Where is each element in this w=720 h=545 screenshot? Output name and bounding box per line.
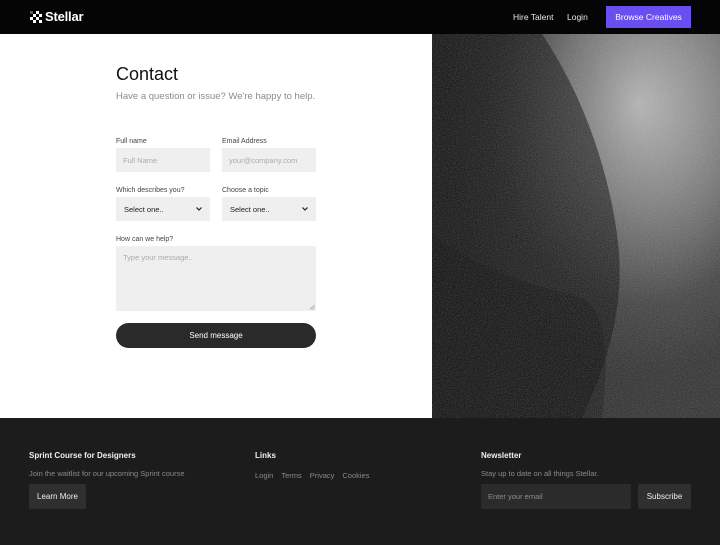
top-navbar: Stellar Hire Talent Login Browse Creativ… xyxy=(0,0,720,34)
page-title: Contact xyxy=(116,64,179,84)
footer-course-heading: Sprint Course for Designers xyxy=(29,451,136,460)
message-label: How can we help? xyxy=(116,236,174,243)
dark-texture-image xyxy=(432,34,720,418)
full-name-label: Full name xyxy=(116,138,147,145)
footer: Sprint Course for Designers Join the wai… xyxy=(0,418,720,545)
logo[interactable]: Stellar xyxy=(30,8,84,26)
topic-select[interactable]: Select one.. xyxy=(222,197,316,221)
message-textarea[interactable] xyxy=(116,246,316,311)
logo-text: Stellar xyxy=(45,9,84,24)
footer-links-list: Login Terms Privacy Cookies xyxy=(255,471,377,481)
footer-links-heading: Links xyxy=(255,451,276,460)
browse-creatives-button[interactable]: Browse Creatives xyxy=(606,6,691,28)
nav-link-hire-talent[interactable]: Hire Talent xyxy=(513,11,553,23)
describes-you-selected-value: Select one.. xyxy=(124,204,164,214)
nav-link-login[interactable]: Login xyxy=(567,11,588,23)
footer-course-text: Join the waitlist for our upcoming Sprin… xyxy=(29,469,185,478)
footer-link-cookies[interactable]: Cookies xyxy=(342,471,369,481)
topic-selected-value: Select one.. xyxy=(230,204,270,214)
email-label: Email Address xyxy=(222,138,267,145)
learn-more-button[interactable]: Learn More xyxy=(29,484,86,509)
footer-newsletter-text: Stay up to date on all things Stellar. xyxy=(481,469,599,478)
full-name-input[interactable] xyxy=(116,148,210,172)
resize-grip-icon[interactable] xyxy=(309,304,315,310)
footer-link-terms[interactable]: Terms xyxy=(281,471,301,481)
email-input[interactable] xyxy=(222,148,316,172)
topic-label: Choose a topic xyxy=(222,187,269,194)
chevron-down-icon xyxy=(302,207,308,211)
chevron-down-icon xyxy=(196,207,202,211)
describes-you-select[interactable]: Select one.. xyxy=(116,197,210,221)
contact-section: Contact Have a question or issue? We're … xyxy=(0,34,432,418)
subscribe-button[interactable]: Subscribe xyxy=(638,484,691,509)
describes-you-label: Which describes you? xyxy=(116,187,185,194)
page-subtitle: Have a question or issue? We're happy to… xyxy=(116,91,316,102)
footer-link-login[interactable]: Login xyxy=(255,471,273,481)
send-message-button[interactable]: Send message xyxy=(116,323,316,348)
footer-newsletter-heading: Newsletter xyxy=(481,451,522,460)
checker-logo-icon xyxy=(30,11,42,23)
hero-image xyxy=(432,34,720,418)
newsletter-email-input[interactable] xyxy=(481,484,631,509)
footer-link-privacy[interactable]: Privacy xyxy=(310,471,335,481)
